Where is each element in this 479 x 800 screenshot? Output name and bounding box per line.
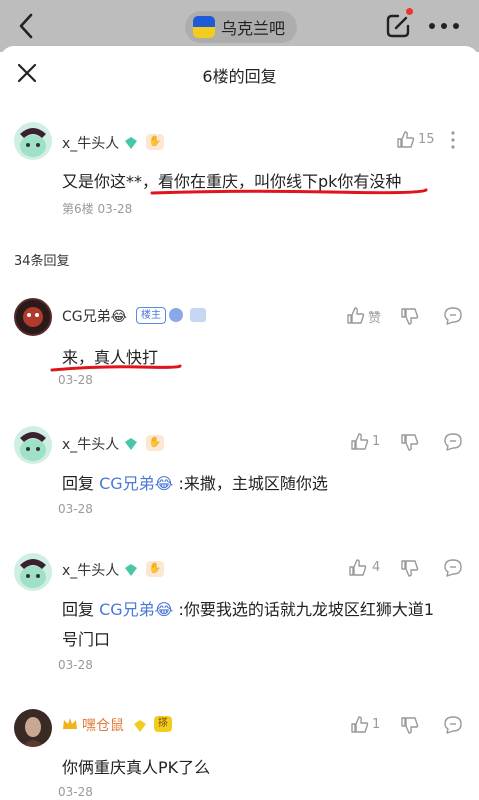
bull-avatar-icon xyxy=(20,559,46,588)
username[interactable]: x_牛头人 xyxy=(62,560,119,580)
bull-avatar-icon xyxy=(20,432,46,461)
level-badge: ✋ xyxy=(146,435,164,451)
username[interactable]: 嘿仓鼠 xyxy=(82,715,124,735)
like-count: 1 xyxy=(372,717,381,732)
username[interactable]: CG兄弟😂 xyxy=(62,306,127,326)
thumbs-down-icon[interactable] xyxy=(400,432,420,452)
gem-icon xyxy=(125,137,137,149)
level-badge: ✋ xyxy=(146,561,164,577)
app-top-bar: 乌克兰吧 xyxy=(0,0,479,52)
more-icon[interactable] xyxy=(428,22,460,30)
level-badge: 搽 xyxy=(154,716,172,732)
forum-name: 乌克兰吧 xyxy=(221,19,286,38)
reply-to-username[interactable]: CG兄弟😂 xyxy=(99,474,173,493)
reply-prefix: 回复 xyxy=(62,600,95,619)
thumbs-up-icon[interactable] xyxy=(348,558,368,578)
username[interactable]: x_牛头人 xyxy=(62,434,119,454)
sheet-title: 6楼的回复 xyxy=(202,67,277,86)
thumbs-up-icon[interactable] xyxy=(350,715,370,735)
reply-text-line2: 号门口 xyxy=(62,630,111,649)
thumbs-down-icon[interactable] xyxy=(400,558,420,578)
like-count: 1 xyxy=(372,434,381,449)
avatar[interactable] xyxy=(14,709,52,747)
reply-sheet: 6楼的回复 x_牛头人 ✋ 15 又是你这**，看你在重庆，叫你线下pk你有没种… xyxy=(0,46,479,800)
ukraine-flag-icon xyxy=(193,16,215,38)
comment-icon[interactable] xyxy=(443,715,463,735)
comment-icon[interactable] xyxy=(443,558,463,578)
gem-icon xyxy=(134,720,146,732)
thumbs-down-icon[interactable] xyxy=(400,715,420,735)
notification-dot xyxy=(406,8,413,15)
reply-text: 来，真人快打 xyxy=(62,348,159,367)
thumbs-down-icon[interactable] xyxy=(400,306,420,326)
crown-icon xyxy=(63,718,77,729)
back-icon[interactable] xyxy=(14,12,40,40)
wave-badge xyxy=(190,308,206,322)
level-badge: ✋ xyxy=(146,134,164,150)
username[interactable]: x_牛头人 xyxy=(62,133,119,153)
more-vertical-icon[interactable] xyxy=(450,130,456,150)
reply-to-username[interactable]: CG兄弟😂 xyxy=(99,600,173,619)
reply-body: :你要我选的话就九龙坡区红狮大道1 xyxy=(178,600,435,619)
avatar[interactable] xyxy=(14,553,52,591)
reply-text: 你俩重庆真人PK了么 xyxy=(62,758,211,777)
skull-avatar-icon xyxy=(23,307,43,327)
like-count: 4 xyxy=(372,560,381,575)
portrait-avatar-icon xyxy=(22,717,44,747)
avatar[interactable] xyxy=(14,298,52,336)
gem-icon xyxy=(125,564,137,576)
avatar[interactable] xyxy=(14,122,52,160)
thumbs-up-icon[interactable] xyxy=(396,130,416,150)
reply-time: 03-28 xyxy=(58,658,93,672)
thumbs-up-icon[interactable] xyxy=(350,432,370,452)
replies-count-label: 34条回复 xyxy=(14,254,70,269)
post-meta: 第6楼 03-28 xyxy=(62,202,133,216)
bull-avatar-icon xyxy=(20,128,46,157)
forum-pill[interactable]: 乌克兰吧 xyxy=(185,11,297,43)
reply-prefix: 回复 xyxy=(62,474,95,493)
comment-icon[interactable] xyxy=(443,306,463,326)
thumbs-up-icon[interactable] xyxy=(346,306,366,326)
edit-icon[interactable] xyxy=(384,12,412,40)
gem-icon xyxy=(125,438,137,450)
reply-text: 回复 CG兄弟😂 :你要我选的话就九龙坡区红狮大道1 xyxy=(62,596,434,620)
like-label: 赞 xyxy=(368,311,382,326)
reply-body: :来撒，主城区随你选 xyxy=(178,474,328,493)
reply-time: 03-28 xyxy=(58,785,93,799)
reply-text: 回复 CG兄弟😂 :来撒，主城区随你选 xyxy=(62,470,328,494)
like-count: 15 xyxy=(418,132,435,147)
post-text: 又是你这**，看你在重庆，叫你线下pk你有没种 xyxy=(62,172,402,191)
level-round-badge xyxy=(169,308,183,322)
host-badge: 楼主 xyxy=(136,307,166,324)
reply-time: 03-28 xyxy=(58,502,93,516)
reply-time: 03-28 xyxy=(58,373,93,387)
avatar[interactable] xyxy=(14,426,52,464)
comment-icon[interactable] xyxy=(443,432,463,452)
